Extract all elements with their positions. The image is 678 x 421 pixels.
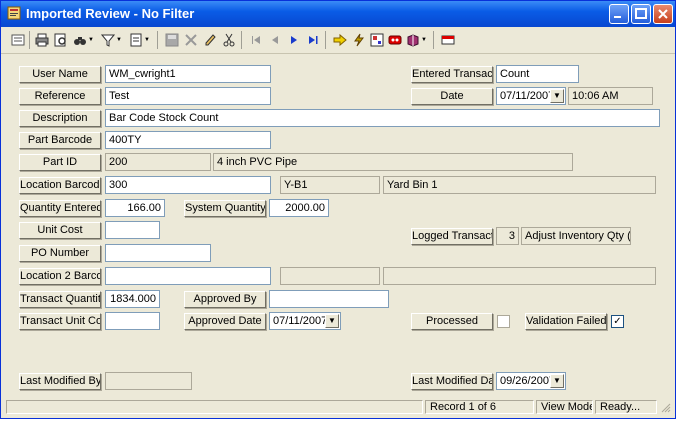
transact-unit-cost-label: Transact Unit Cost (19, 313, 101, 330)
status-bar: Record 1 of 6 View Mode Ready... (4, 398, 672, 416)
status-mode: View Mode (536, 400, 593, 414)
app-window: Imported Review - No Filter ▼ ▼ ▼ ▼ User… (0, 0, 676, 419)
exit-icon[interactable] (439, 31, 457, 49)
record-selector-icon[interactable] (9, 31, 27, 49)
form-icon[interactable] (368, 31, 386, 49)
transact-quantity-label: Transact Quantity (19, 291, 101, 308)
maximize-button[interactable] (631, 4, 651, 24)
approved-date-value: 07/11/2007 (273, 315, 328, 327)
date-value: 07/11/2007 (500, 90, 555, 102)
close-icon (658, 9, 668, 19)
last-modified-date-value: 09/26/2007 (500, 375, 556, 387)
last-modified-date-picker[interactable]: 09/26/2007 ▼ (496, 372, 566, 390)
lightning-icon[interactable] (350, 31, 368, 49)
status-state: Ready... (595, 400, 657, 414)
last-record-icon[interactable] (304, 31, 322, 49)
title-bar[interactable]: Imported Review - No Filter (1, 1, 675, 27)
approved-by-label: Approved By (184, 291, 266, 308)
part-barcode-label: Part Barcode (19, 132, 101, 149)
filter-dropdown-icon[interactable]: ▼ (115, 31, 123, 49)
tape-icon[interactable] (386, 31, 404, 49)
system-quantity-label: System Quantity (184, 200, 266, 217)
location-name-field: Yard Bin 1 (383, 176, 656, 194)
part-barcode-field[interactable]: 400TY (105, 131, 271, 149)
description-field[interactable]: Bar Code Stock Count (105, 109, 660, 127)
approved-date-dropdown-icon[interactable]: ▼ (325, 314, 339, 328)
record-form: User Name WM_cwright1 Entered Transact C… (4, 55, 672, 397)
processed-label: Processed (411, 313, 493, 330)
next-record-icon[interactable] (285, 31, 303, 49)
maximize-icon (635, 8, 647, 19)
unit-cost-field[interactable] (105, 221, 160, 239)
location2-barcode-field[interactable] (105, 267, 271, 285)
delete-icon[interactable] (182, 31, 200, 49)
location2-name-field (383, 267, 656, 285)
status-record: Record 1 of 6 (425, 400, 534, 414)
resize-grip-icon[interactable] (660, 402, 671, 413)
entered-transact-field[interactable]: Count (496, 65, 579, 83)
date-dropdown-icon[interactable]: ▼ (550, 89, 564, 103)
quantity-entered-label: Quantity Entered (19, 200, 101, 217)
logged-transact-field: Adjust Inventory Qty (-) (521, 227, 631, 245)
location-barcode-field[interactable]: 300 (105, 176, 271, 194)
minimize-button[interactable] (609, 4, 629, 24)
first-record-icon[interactable] (247, 31, 265, 49)
new-dropdown-icon[interactable]: ▼ (143, 31, 151, 49)
location-code-field: Y-B1 (280, 176, 380, 194)
part-id-field: 200 (105, 153, 211, 171)
processed-checkbox[interactable] (497, 315, 510, 328)
location2-code-field (280, 267, 380, 285)
reference-label: Reference (19, 88, 101, 105)
location-barcode-label: Location Barcode (19, 177, 101, 194)
window-title: Imported Review - No Filter (26, 6, 195, 21)
time-field: 10:06 AM (568, 87, 653, 105)
edit-icon[interactable] (201, 31, 219, 49)
status-message (6, 400, 423, 414)
validation-failed-checkbox[interactable]: ✓ (611, 315, 624, 328)
date-label: Date (411, 88, 493, 105)
system-quantity-field[interactable]: 2000.00 (269, 199, 329, 217)
toolbar: ▼ ▼ ▼ ▼ (1, 27, 675, 54)
part-id-label: Part ID (19, 154, 101, 171)
logged-transact-label: Logged Transact (411, 228, 493, 245)
book-dropdown-icon[interactable]: ▼ (420, 31, 428, 49)
date-picker[interactable]: 07/11/2007 ▼ (496, 87, 566, 105)
unit-cost-label: Unit Cost (19, 222, 101, 239)
validation-failed-label: Validation Failed (525, 313, 607, 330)
cut-icon[interactable] (220, 31, 238, 49)
print-preview-icon[interactable] (52, 31, 70, 49)
entered-transact-label: Entered Transact (411, 66, 493, 83)
user-name-field[interactable]: WM_cwright1 (105, 65, 271, 83)
find-dropdown-icon[interactable]: ▼ (87, 31, 95, 49)
last-modified-by-label: Last Modified By (19, 373, 101, 390)
user-name-label: User Name (19, 66, 101, 83)
print-icon[interactable] (33, 31, 51, 49)
previous-record-icon[interactable] (266, 31, 284, 49)
transact-unit-cost-field[interactable] (105, 312, 160, 330)
transact-quantity-field[interactable]: 1834.000 (105, 290, 160, 308)
last-modified-by-field (105, 372, 192, 390)
part-description-field: 4 inch PVC Pipe (213, 153, 573, 171)
approved-date-label: Approved Date (184, 313, 266, 330)
last-modified-date-label: Last Modified Date (411, 373, 493, 390)
approved-by-field[interactable] (269, 290, 389, 308)
po-number-label: PO Number (19, 245, 101, 262)
logged-transact-code: 3 (496, 227, 519, 245)
approved-date-picker[interactable]: 07/11/2007 ▼ (269, 312, 341, 330)
goto-arrow-icon[interactable] (331, 31, 349, 49)
quantity-entered-field[interactable]: 166.00 (105, 199, 165, 217)
minimize-icon (614, 16, 621, 18)
app-icon (7, 6, 21, 20)
location2-barcode-label: Location 2 Barcode (19, 268, 101, 285)
po-number-field[interactable] (105, 244, 211, 262)
description-label: Description (19, 110, 101, 127)
reference-field[interactable]: Test (105, 87, 271, 105)
save-icon[interactable] (163, 31, 181, 49)
close-button[interactable] (653, 4, 673, 24)
last-modified-date-dropdown-icon[interactable]: ▼ (550, 374, 564, 388)
